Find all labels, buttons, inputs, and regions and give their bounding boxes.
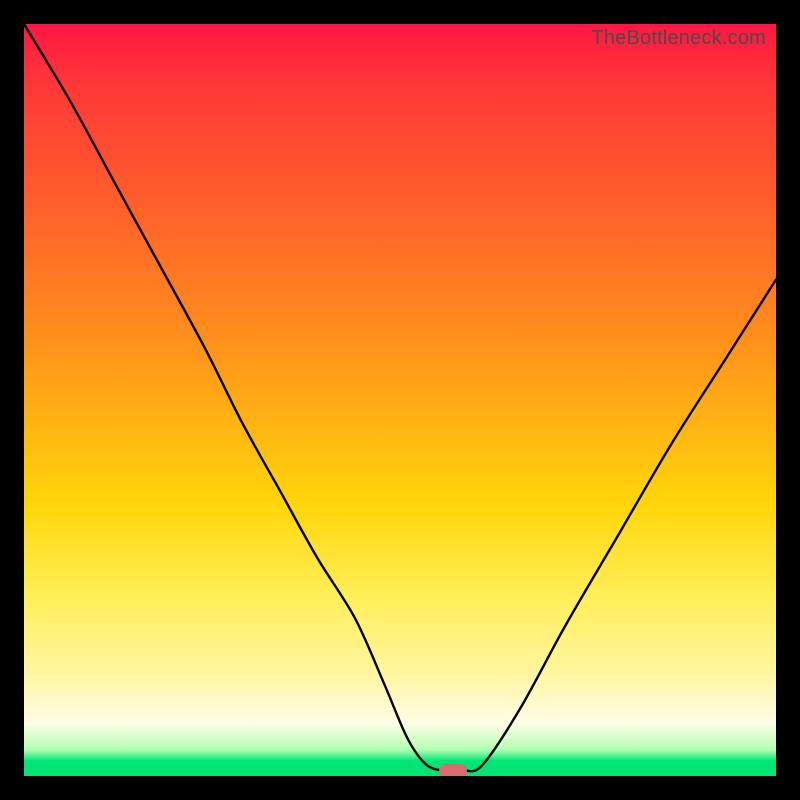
minimum-marker	[439, 764, 467, 776]
chart-frame: TheBottleneck.com	[0, 0, 800, 800]
plot-area: TheBottleneck.com	[24, 24, 776, 776]
bottleneck-curve	[24, 24, 776, 776]
watermark-label: TheBottleneck.com	[591, 27, 766, 50]
